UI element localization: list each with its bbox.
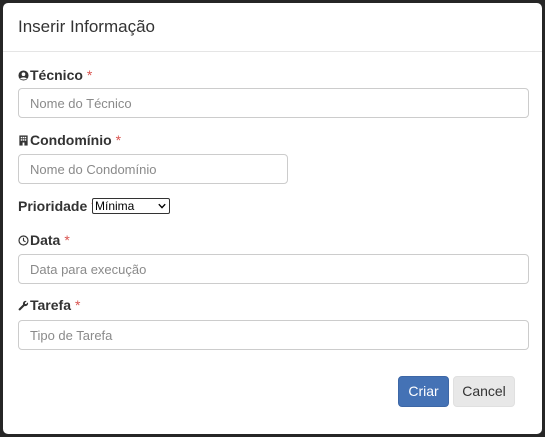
user-circle-icon — [18, 69, 29, 81]
condominio-input[interactable] — [18, 154, 288, 184]
tecnico-label: Técnico * — [18, 67, 92, 83]
prioridade-label-text: Prioridade — [18, 198, 88, 214]
tecnico-input[interactable] — [18, 88, 529, 118]
modal-title: Inserir Informação — [18, 17, 155, 36]
data-required-mark: * — [64, 232, 70, 248]
building-icon — [19, 134, 28, 146]
data-label-text: Data — [30, 232, 61, 248]
create-button[interactable]: Criar — [398, 376, 449, 407]
condominio-label: Condomínio * — [18, 132, 121, 148]
insert-info-modal: Inserir Informação Técnico * Condomínio … — [3, 3, 542, 434]
tarefa-label: Tarefa * — [18, 297, 80, 313]
tecnico-label-text: Técnico — [30, 67, 83, 83]
tecnico-required-mark: * — [86, 67, 93, 83]
condominio-required-mark: * — [115, 132, 122, 148]
cancel-button[interactable]: Cancel — [453, 376, 515, 407]
prioridade-selected-value: Mínima — [95, 199, 135, 213]
tarefa-input[interactable] — [18, 320, 529, 350]
data-input[interactable] — [18, 254, 529, 284]
modal-header: Inserir Informação — [3, 3, 542, 52]
wrench-icon — [18, 300, 29, 310]
prioridade-label: Prioridade * — [18, 198, 97, 214]
prioridade-select[interactable]: Mínima — [92, 198, 170, 214]
data-label: Data * — [18, 232, 70, 248]
tarefa-required-mark: * — [74, 297, 81, 313]
condominio-label-text: Condomínio — [30, 132, 112, 148]
tarefa-label-text: Tarefa — [30, 297, 71, 313]
clock-icon — [18, 234, 29, 246]
chevron-down-icon — [158, 203, 166, 209]
